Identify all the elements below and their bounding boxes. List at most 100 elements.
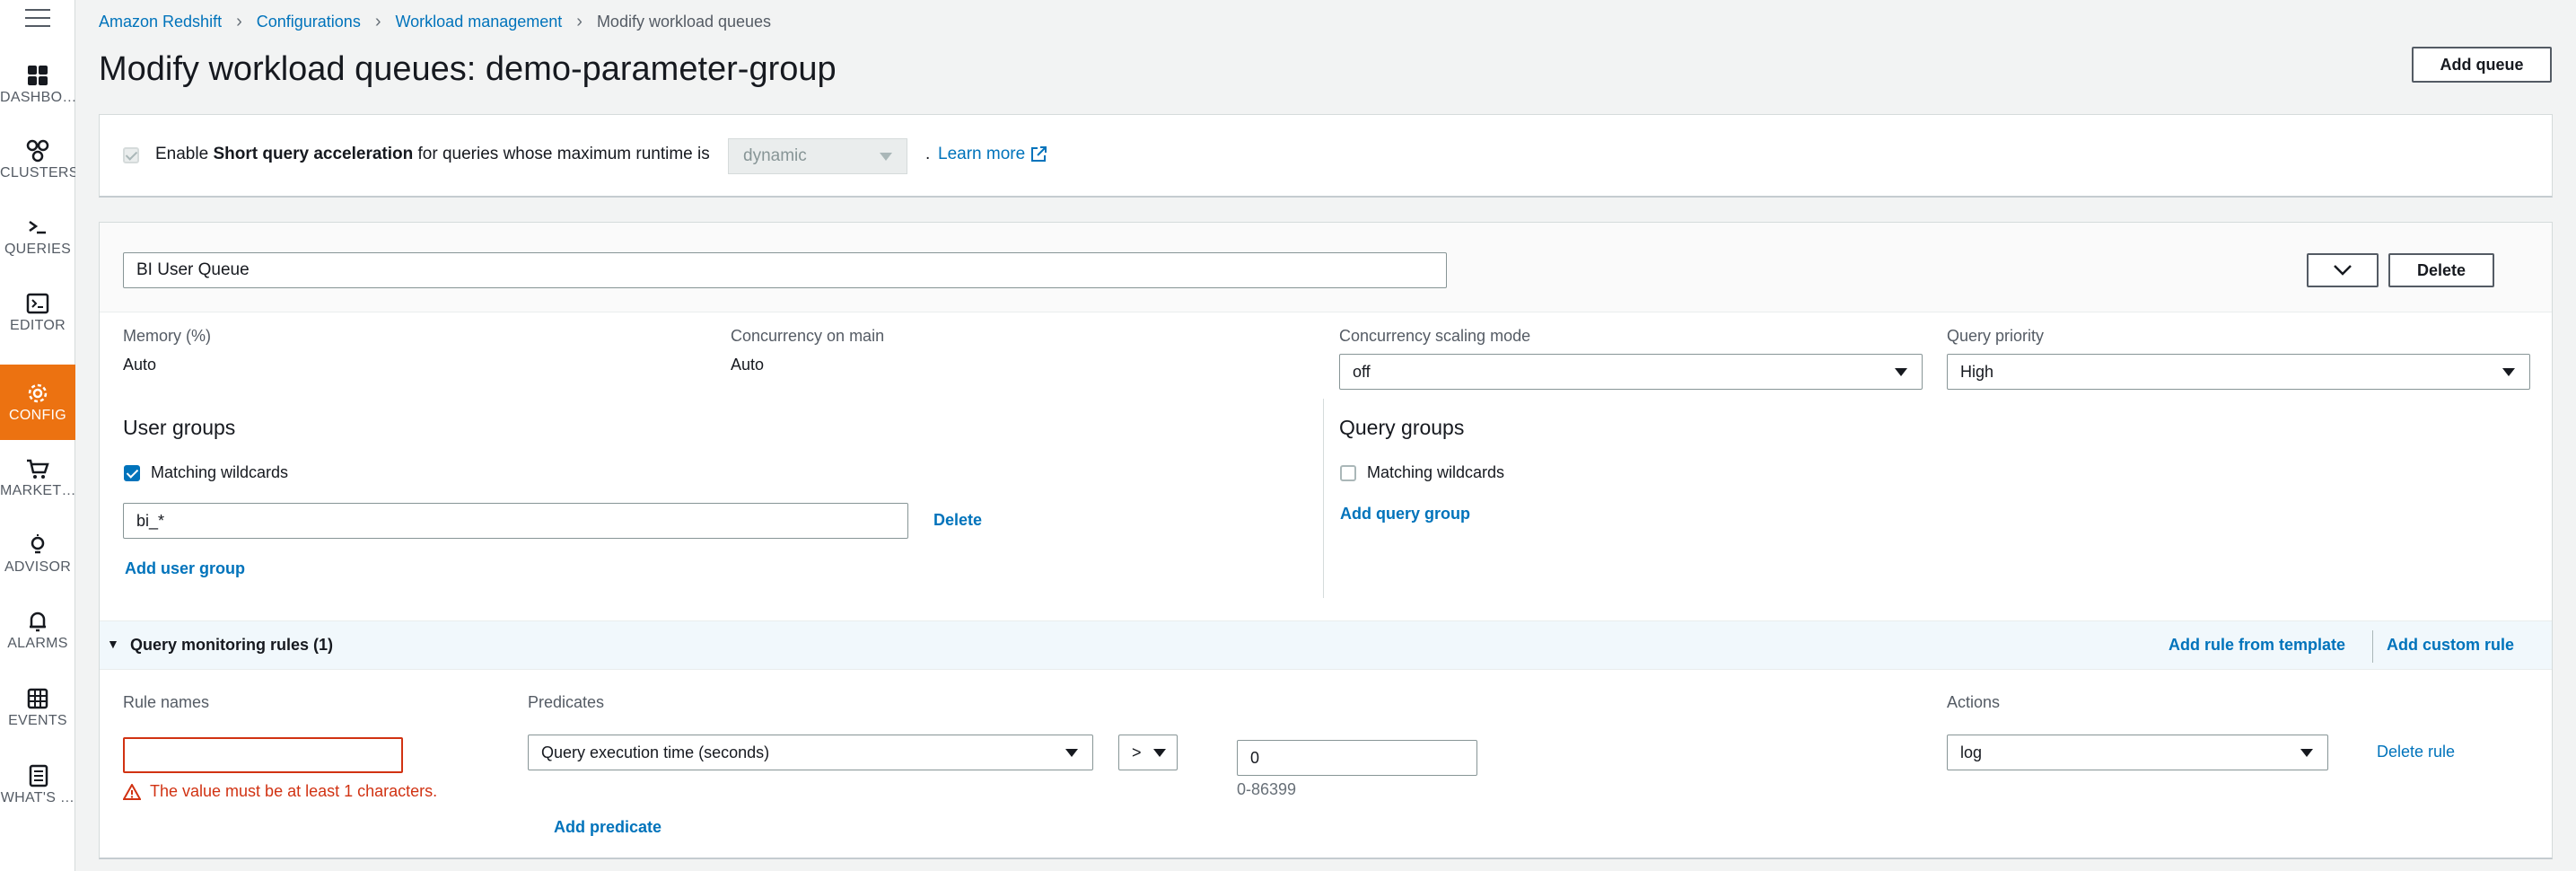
caret-down-icon[interactable]: ▼ bbox=[107, 637, 119, 651]
dashboard-icon bbox=[28, 66, 48, 85]
query-priority-select[interactable]: High bbox=[1947, 354, 2530, 390]
breadcrumb-configurations[interactable]: Configurations bbox=[257, 13, 361, 31]
queue-delete-button[interactable]: Delete bbox=[2388, 253, 2494, 287]
learn-more-link[interactable]: Learn more bbox=[938, 145, 1047, 164]
sidebar-item-label: DASHBO… bbox=[0, 90, 75, 105]
sqa-bold-text: Short query acceleration bbox=[213, 145, 414, 163]
menu-hamburger-icon[interactable] bbox=[25, 9, 50, 29]
whats-new-icon bbox=[29, 764, 48, 787]
rule-name-error-text: The value must be at least 1 characters. bbox=[150, 782, 438, 800]
add-rule-from-template-link[interactable]: Add rule from template bbox=[2169, 636, 2345, 655]
marketplace-cart-icon bbox=[27, 459, 49, 479]
scaling-mode-select[interactable]: off bbox=[1339, 354, 1923, 390]
chevron-down-icon bbox=[2334, 265, 2352, 276]
sqa-enable-text: Enable bbox=[155, 145, 214, 163]
editor-icon bbox=[26, 293, 49, 314]
chevron-right-icon: › bbox=[576, 12, 583, 31]
breadcrumb-current: Modify workload queues bbox=[596, 13, 772, 31]
caret-down-icon bbox=[880, 153, 892, 161]
predicate-metric-select[interactable]: Query execution time (seconds) bbox=[528, 735, 1093, 770]
breadcrumb-amazon-redshift[interactable]: Amazon Redshift bbox=[99, 13, 222, 31]
sqa-enable-checkbox[interactable] bbox=[123, 147, 139, 163]
caret-down-icon bbox=[1065, 749, 1078, 757]
predicate-value-input[interactable]: 0 bbox=[1237, 740, 1477, 776]
sidebar-item-label: WHAT'S … bbox=[0, 790, 75, 805]
page-title: Modify workload queues: demo-parameter-g… bbox=[99, 50, 837, 88]
action-select[interactable]: log bbox=[1947, 735, 2328, 770]
predicates-label: Predicates bbox=[528, 693, 605, 711]
add-query-group-link[interactable]: Add query group bbox=[1340, 505, 1470, 523]
chevron-right-icon: › bbox=[374, 12, 381, 31]
add-custom-rule-link[interactable]: Add custom rule bbox=[2387, 636, 2514, 655]
predicate-metric-value: Query execution time (seconds) bbox=[541, 743, 770, 761]
rule-name-error: The value must be at least 1 characters. bbox=[123, 782, 437, 801]
sidebar-item-label: EDITOR bbox=[10, 318, 66, 333]
breadcrumb-workload-management[interactable]: Workload management bbox=[396, 13, 563, 31]
predicate-operator-select[interactable]: > bbox=[1118, 735, 1178, 770]
user-groups-wildcards-checkbox[interactable] bbox=[124, 465, 140, 481]
rule-names-label: Rule names bbox=[123, 693, 210, 711]
sidebar-item-editor[interactable]: EDITOR bbox=[0, 275, 75, 350]
user-group-input[interactable]: bi_* bbox=[123, 503, 908, 539]
sqa-runtime-value: dynamic bbox=[743, 146, 807, 165]
add-queue-button[interactable]: Add queue bbox=[2412, 47, 2552, 83]
groups-divider bbox=[1323, 399, 1324, 598]
sqa-rest-text: for queries whose maximum runtime is bbox=[413, 145, 710, 163]
sidebar-item-alarms[interactable]: ALARMS bbox=[0, 593, 75, 668]
sqa-runtime-select[interactable]: dynamic bbox=[728, 138, 907, 174]
sidebar-item-marketplace[interactable]: MARKET… bbox=[0, 440, 75, 515]
advisor-bulb-icon bbox=[31, 534, 45, 554]
sidebar-item-label: QUERIES bbox=[4, 242, 72, 257]
sidebar-item-label: ALARMS bbox=[7, 636, 68, 651]
learn-more-text: Learn more bbox=[938, 145, 1026, 163]
breadcrumb: Amazon Redshift › Configurations › Workl… bbox=[99, 12, 771, 32]
chevron-right-icon: › bbox=[236, 12, 242, 31]
query-groups-title: Query groups bbox=[1339, 416, 1465, 439]
rule-name-input[interactable] bbox=[123, 737, 403, 773]
memory-value: Auto bbox=[123, 356, 157, 374]
sqa-dot: . bbox=[925, 145, 931, 163]
predicate-operator-value: > bbox=[1132, 743, 1142, 761]
add-predicate-link[interactable]: Add predicate bbox=[554, 818, 662, 837]
sidebar-item-dashboard[interactable]: DASHBO… bbox=[0, 47, 75, 122]
scaling-mode-label: Concurrency scaling mode bbox=[1339, 327, 1531, 345]
queries-icon bbox=[29, 220, 46, 234]
query-priority-value: High bbox=[1960, 363, 1994, 381]
sidebar-item-label: CONFIG bbox=[8, 408, 67, 423]
scaling-mode-value: off bbox=[1353, 363, 1371, 381]
sidebar-item-label: CLUSTERS bbox=[0, 165, 75, 180]
query-monitoring-rules-header: ▼ Query monitoring rules (1) Add rule fr… bbox=[100, 620, 2552, 670]
sidebar-item-advisor[interactable]: ADVISOR bbox=[0, 516, 75, 592]
user-group-delete-link[interactable]: Delete bbox=[933, 511, 982, 530]
qmr-title[interactable]: Query monitoring rules (1) bbox=[130, 636, 333, 655]
query-groups-wildcards-label: Matching wildcards bbox=[1367, 463, 1505, 481]
caret-down-icon bbox=[1895, 368, 1907, 376]
queue-expand-button[interactable] bbox=[2307, 253, 2379, 287]
sidebar-item-config[interactable]: CONFIG bbox=[0, 365, 75, 440]
sidebar-item-label: ADVISOR bbox=[4, 559, 72, 575]
query-groups-wildcards-checkbox[interactable] bbox=[1340, 465, 1356, 481]
caret-down-icon bbox=[2300, 749, 2313, 757]
query-priority-label: Query priority bbox=[1947, 327, 2045, 345]
sidebar-item-clusters[interactable]: CLUSTERS bbox=[0, 122, 75, 198]
sidebar-item-queries[interactable]: QUERIES bbox=[0, 198, 75, 274]
concurrency-label: Concurrency on main bbox=[731, 327, 885, 345]
sidebar: DASHBO… CLUSTERS QUERIES EDITOR CONFIG M… bbox=[0, 0, 75, 871]
alarms-bell-icon bbox=[30, 611, 46, 632]
concurrency-value: Auto bbox=[731, 356, 765, 374]
sidebar-item-whats-new[interactable]: WHAT'S … bbox=[0, 747, 75, 823]
queue-name-input[interactable]: BI User Queue bbox=[123, 252, 1447, 288]
actions-label: Actions bbox=[1947, 693, 2001, 711]
user-groups-wildcards-label: Matching wildcards bbox=[151, 463, 289, 481]
delete-rule-link[interactable]: Delete rule bbox=[2377, 743, 2455, 761]
sqa-panel: Enable Short query acceleration for quer… bbox=[99, 114, 2553, 198]
queue-header: BI User Queue Delete bbox=[100, 223, 2552, 312]
queue-panel: BI User Queue Delete Memory (%) Auto Con… bbox=[99, 222, 2553, 859]
config-gear-icon bbox=[28, 383, 48, 403]
sqa-label: Enable Short query acceleration for quer… bbox=[155, 145, 710, 164]
sidebar-item-events[interactable]: EVENTS bbox=[0, 670, 75, 745]
predicate-range-hint: 0-86399 bbox=[1237, 780, 1297, 798]
caret-down-icon bbox=[1153, 749, 1166, 757]
add-user-group-link[interactable]: Add user group bbox=[125, 559, 245, 578]
qmr-separator bbox=[2372, 630, 2373, 663]
